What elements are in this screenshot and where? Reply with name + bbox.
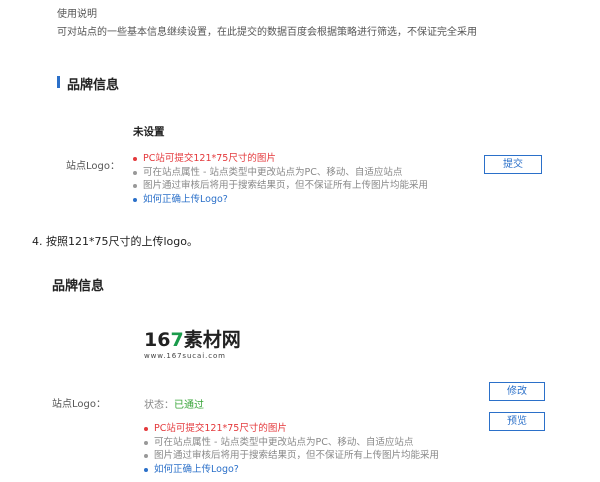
usage-heading: 使用说明 [57, 9, 97, 20]
list-item: 可在站点属性 - 站点类型中更改站点为PC、移动、自适应站点 [144, 436, 474, 450]
how-to-upload-logo-link-2[interactable]: 如何正确上传Logo? [144, 463, 474, 477]
logo-digit-seven: 7 [170, 329, 184, 351]
step-instruction: 4. 按照121*75尺寸的上传logo。 [32, 235, 198, 248]
site-logo-image: 167素材网 www.167sucai.com [144, 329, 241, 366]
status-badge: 已通过 [174, 400, 204, 411]
logo-status: 状态：已通过 [144, 396, 204, 411]
logo-requirements-list: PC站可提交121*75尺寸的图片 可在站点属性 - 站点类型中更改站点为PC、… [133, 152, 473, 206]
logo-word: 素材网 [183, 329, 241, 351]
modify-button[interactable]: 修改 [489, 382, 545, 401]
list-item: 可在站点属性 - 站点类型中更改站点为PC、移动、自适应站点 [133, 166, 473, 180]
brand-section-title: 品牌信息 [67, 78, 120, 93]
section-accent-bar [57, 76, 60, 88]
site-logo-label-2: 站点Logo： [52, 399, 106, 410]
logo-digits: 16 [144, 329, 171, 351]
preview-button[interactable]: 预览 [489, 412, 545, 431]
logo-status-title: 未设置 [133, 126, 165, 138]
list-item: 图片通过审核后将用于搜索结果页，但不保证所有上传图片均能采用 [144, 449, 474, 463]
list-item: PC站可提交121*75尺寸的图片 [133, 152, 473, 166]
usage-description: 可对站点的一些基本信息继续设置，在此提交的数据百度会根据策略进行筛选，不保证完全… [57, 27, 477, 38]
list-item: PC站可提交121*75尺寸的图片 [144, 422, 474, 436]
list-item: 图片通过审核后将用于搜索结果页，但不保证所有上传图片均能采用 [133, 179, 473, 193]
brand-section-title-2: 品牌信息 [52, 279, 105, 294]
status-label: 状态： [144, 400, 174, 411]
logo-requirements-list-2: PC站可提交121*75尺寸的图片 可在站点属性 - 站点类型中更改站点为PC、… [144, 422, 474, 476]
logo-url: www.167sucai.com [144, 352, 226, 360]
submit-button[interactable]: 提交 [484, 155, 542, 174]
how-to-upload-logo-link[interactable]: 如何正确上传Logo? [133, 193, 473, 207]
site-logo-label: 站点Logo： [66, 161, 120, 172]
